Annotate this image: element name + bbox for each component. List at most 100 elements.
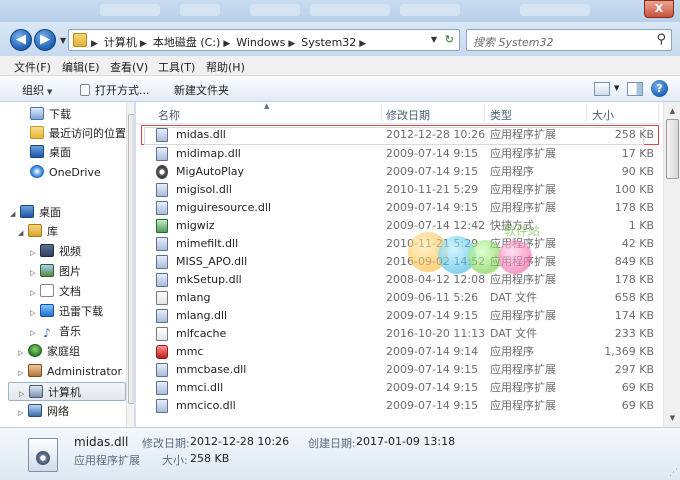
breadcrumb-item[interactable]: 本地磁盘 (C:) — [153, 36, 220, 49]
new-folder-button[interactable]: 新建文件夹 — [174, 82, 229, 98]
file-row[interactable]: migisol.dll 2010-11-21 5:29 应用程序扩展 100 KB — [142, 181, 658, 199]
file-row[interactable]: mlang.dll 2009-07-14 9:15 应用程序扩展 174 KB — [142, 307, 658, 325]
file-row[interactable]: MigAutoPlay 2009-07-14 9:15 应用程序 90 KB — [142, 163, 658, 181]
navigation-scrollbar[interactable] — [126, 102, 134, 427]
file-row[interactable]: mmcico.dll 2009-07-14 9:15 应用程序扩展 69 KB — [142, 397, 658, 415]
mmc-app-icon — [156, 345, 168, 359]
column-header-name[interactable]: 名称 — [158, 107, 180, 123]
sidebar-item-desktop-favorite[interactable]: 桌面 — [30, 143, 71, 162]
sidebar-item-documents[interactable]: ▷ 文档 — [30, 282, 81, 301]
collapse-arrow-icon[interactable]: ◢ — [10, 205, 18, 224]
search-icon[interactable]: ⚲ — [656, 32, 666, 47]
sidebar-item-onedrive[interactable]: OneDrive — [30, 163, 101, 182]
file-row[interactable]: migwiz 2009-07-14 12:42 快捷方式 1 KB — [142, 217, 658, 235]
breadcrumb-item[interactable]: Windows — [236, 36, 285, 49]
file-row[interactable]: MISS_APO.dll 2016-09-02 14:52 应用程序扩展 849 KB — [142, 253, 658, 271]
scroll-down-icon[interactable]: ▼ — [666, 411, 679, 425]
sidebar-item-network[interactable]: ▷ 网络 — [18, 402, 69, 421]
back-button[interactable]: ◀ — [10, 29, 32, 51]
breadcrumb-item[interactable]: 计算机 — [104, 36, 137, 49]
address-bar[interactable]: ▶ 计算机 ▶ 本地磁盘 (C:) ▶ Windows ▶ System32 ▶ ▼ ↻ — [68, 29, 460, 51]
expand-arrow-icon[interactable]: ▷ — [18, 344, 26, 363]
details-modified-label: 修改日期: — [142, 437, 190, 450]
sidebar-item-label: 家庭组 — [47, 345, 80, 358]
file-size: 178 KB — [614, 273, 654, 286]
preview-pane-icon[interactable] — [627, 82, 643, 96]
column-divider[interactable] — [381, 104, 382, 122]
file-row[interactable]: mlang 2009-06-11 5:26 DAT 文件 658 KB — [142, 289, 658, 307]
sidebar-item-libraries[interactable]: ◢ 库 — [18, 222, 58, 241]
forward-button[interactable]: ▶ — [34, 29, 56, 51]
dll-file-icon — [156, 255, 168, 269]
sidebar-item-music[interactable]: ▷ ♪ 音乐 — [30, 322, 81, 341]
file-row[interactable]: mmcbase.dll 2009-07-14 9:15 应用程序扩展 297 KB — [142, 361, 658, 379]
dll-file-icon — [156, 399, 168, 413]
window-close-button[interactable]: X — [644, 0, 674, 18]
search-input[interactable]: 搜索 System32 ⚲ — [466, 29, 672, 51]
chevron-down-icon[interactable]: ▼ — [614, 84, 619, 92]
file-row[interactable]: mmc 2009-07-14 9:14 应用程序 1,369 KB — [142, 343, 658, 361]
column-header-date[interactable]: 修改日期 — [386, 107, 430, 123]
file-date: 2016-09-02 14:52 — [386, 255, 486, 268]
video-icon — [40, 244, 54, 257]
column-divider[interactable] — [658, 104, 659, 122]
sidebar-item-downloads[interactable]: 下载 — [30, 105, 71, 124]
file-row[interactable]: mlfcache 2016-10-20 11:13 DAT 文件 233 KB — [142, 325, 658, 343]
help-icon[interactable]: ? — [651, 80, 668, 97]
file-row[interactable]: mimefilt.dll 2010-11-21 5:29 应用程序扩展 42 KB — [142, 235, 658, 253]
sidebar-item-administrator[interactable]: ▷ Administrator — [18, 362, 122, 381]
file-date: 2008-04-12 12:08 — [386, 273, 486, 286]
menu-view[interactable]: 查看(V) — [110, 59, 148, 75]
sidebar-item-xunlei-downloads[interactable]: ▷ 迅雷下载 — [30, 302, 103, 321]
expand-arrow-icon[interactable]: ▷ — [30, 284, 38, 303]
file-date: 2009-07-14 9:15 — [386, 165, 479, 178]
sidebar-item-homegroup[interactable]: ▷ 家庭组 — [18, 342, 80, 361]
sidebar-item-videos[interactable]: ▷ 视频 — [30, 242, 81, 261]
file-row[interactable]: mmci.dll 2009-07-14 9:15 应用程序扩展 69 KB — [142, 379, 658, 397]
file-list-scrollbar[interactable]: ▲ ▼ — [663, 102, 680, 427]
organize-button[interactable]: 组织 ▼ — [22, 82, 52, 98]
breadcrumb-separator-icon[interactable]: ▶ — [223, 39, 230, 49]
menu-file[interactable]: 文件(F) — [14, 59, 51, 75]
expand-arrow-icon[interactable]: ▷ — [30, 244, 38, 263]
open-with-icon — [80, 84, 90, 96]
column-divider[interactable] — [484, 104, 485, 122]
expand-arrow-icon[interactable]: ▷ — [18, 404, 26, 423]
scrollbar-thumb[interactable] — [128, 114, 134, 404]
breadcrumb-separator-icon[interactable]: ▶ — [140, 39, 147, 49]
expand-arrow-icon[interactable]: ▷ — [18, 364, 26, 383]
column-divider[interactable] — [586, 104, 587, 122]
refresh-icon[interactable]: ↻ — [445, 33, 454, 46]
scrollbar-thumb[interactable] — [666, 119, 679, 179]
scroll-up-icon[interactable]: ▲ — [666, 104, 679, 118]
details-file-type: 应用程序扩展 — [74, 454, 140, 467]
column-header-type[interactable]: 类型 — [490, 107, 512, 123]
sidebar-item-desktop[interactable]: ◢ 桌面 — [10, 203, 61, 222]
column-header-size[interactable]: 大小 — [592, 107, 614, 123]
file-row[interactable]: miguiresource.dll 2009-07-14 9:15 应用程序扩展 17… — [142, 199, 658, 217]
change-view-icon[interactable] — [594, 82, 610, 96]
desktop-icon — [30, 145, 44, 158]
sidebar-item-recent-places[interactable]: 最近访问的位置 — [30, 124, 126, 143]
address-dropdown-icon[interactable]: ▼ — [431, 35, 437, 44]
resize-grip-icon[interactable]: ⋰ — [669, 468, 678, 478]
breadcrumb-separator-icon[interactable]: ▶ — [91, 39, 98, 49]
file-row[interactable]: mkSetup.dll 2008-04-12 12:08 应用程序扩展 178 KB — [142, 271, 658, 289]
menu-tools[interactable]: 工具(T) — [158, 59, 195, 75]
menu-help[interactable]: 帮助(H) — [206, 59, 245, 75]
recent-pages-dropdown-icon[interactable]: ▼ — [60, 36, 66, 45]
expand-arrow-icon[interactable]: ▷ — [30, 324, 38, 343]
file-date: 2016-10-20 11:13 — [386, 327, 486, 340]
open-with-button[interactable]: 打开方式... — [80, 82, 150, 98]
breadcrumb-separator-icon[interactable]: ▶ — [288, 39, 295, 49]
file-row-selected[interactable]: midas.dll 2012-12-28 10:26 应用程序扩展 258 KB — [141, 125, 659, 145]
expand-arrow-icon[interactable]: ▷ — [30, 264, 38, 283]
menu-edit[interactable]: 编辑(E) — [62, 59, 100, 75]
expand-arrow-icon[interactable]: ▷ — [30, 304, 38, 323]
breadcrumb-separator-icon[interactable]: ▶ — [359, 39, 366, 49]
sidebar-item-pictures[interactable]: ▷ 图片 — [30, 262, 81, 281]
collapse-arrow-icon[interactable]: ◢ — [18, 224, 26, 243]
breadcrumb-item[interactable]: System32 — [301, 36, 356, 49]
sidebar-item-computer[interactable]: ▷ 计算机 — [8, 382, 126, 401]
file-row[interactable]: midimap.dll 2009-07-14 9:15 应用程序扩展 17 KB — [142, 145, 658, 163]
